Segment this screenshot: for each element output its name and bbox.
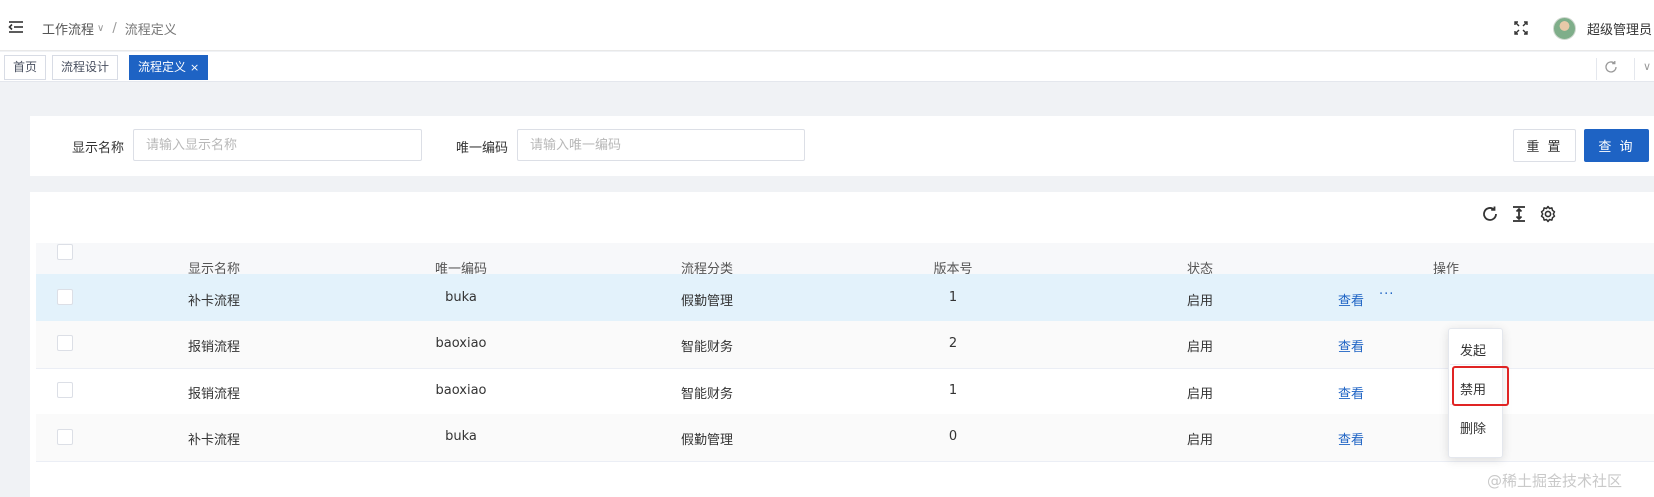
menu-fold-icon[interactable] xyxy=(8,20,24,34)
close-icon[interactable]: × xyxy=(190,61,199,74)
username[interactable]: 超级管理员 xyxy=(1587,19,1654,38)
cell-status: 启用 xyxy=(1186,340,1214,355)
name-label: 显示名称 xyxy=(72,141,125,156)
chevron-down-icon: ∨ xyxy=(97,23,105,34)
refresh-icon[interactable] xyxy=(1481,205,1499,223)
breadcrumb-item-current: 流程定义 xyxy=(124,23,177,38)
code-search-input[interactable] xyxy=(517,129,805,161)
refresh-icon[interactable] xyxy=(1604,60,1618,74)
menu-divider xyxy=(1450,364,1500,365)
tab-process-design[interactable]: 流程设计 xyxy=(52,55,119,80)
name-search-input[interactable] xyxy=(133,129,422,161)
search-button[interactable]: 查 询 xyxy=(1584,129,1649,162)
top-bar xyxy=(0,0,1654,51)
watermark: @稀土掘金技术社区 xyxy=(1487,472,1623,490)
fullscreen-icon[interactable] xyxy=(1514,21,1528,35)
cell-version: 1 xyxy=(948,290,958,305)
tab-divider xyxy=(1596,58,1597,80)
reset-button[interactable]: 重 置 xyxy=(1513,129,1576,162)
column-height-icon[interactable] xyxy=(1510,205,1528,223)
cell-category: 智能财务 xyxy=(680,387,734,402)
breadcrumb: 工作流程 ∨ / 流程定义 xyxy=(42,19,177,38)
table-row[interactable] xyxy=(36,367,1654,415)
table-row[interactable] xyxy=(36,321,1654,369)
more-actions-button[interactable]: ··· xyxy=(1379,287,1394,302)
cell-code: buka xyxy=(445,429,477,444)
tab-divider xyxy=(1634,58,1635,80)
avatar[interactable] xyxy=(1553,17,1576,40)
cell-version: 2 xyxy=(948,336,958,351)
breadcrumb-item-workflow[interactable]: 工作流程 xyxy=(42,19,94,38)
cell-name: 报销流程 xyxy=(187,340,241,355)
cell-code: baoxiao xyxy=(435,336,487,351)
cell-code: buka xyxy=(445,290,477,305)
cell-status: 启用 xyxy=(1186,433,1214,448)
code-label: 唯一编码 xyxy=(456,141,509,156)
cell-status: 启用 xyxy=(1186,294,1214,309)
view-link[interactable]: 查看 xyxy=(1338,383,1364,402)
tags-view-bar xyxy=(0,52,1654,82)
breadcrumb-separator: / xyxy=(112,21,117,36)
view-link[interactable]: 查看 xyxy=(1338,336,1364,355)
row-checkbox[interactable] xyxy=(57,382,73,398)
view-link[interactable]: 查看 xyxy=(1338,429,1364,448)
cell-name: 报销流程 xyxy=(187,387,241,402)
tab-label: 首页 xyxy=(13,60,38,74)
gear-icon[interactable] xyxy=(1539,205,1557,223)
tab-label: 流程定义 xyxy=(138,60,187,74)
row-checkbox[interactable] xyxy=(57,335,73,351)
tab-label: 流程设计 xyxy=(61,60,110,74)
cell-version: 0 xyxy=(948,429,958,444)
view-link[interactable]: 查看 xyxy=(1338,290,1364,309)
cell-category: 假勤管理 xyxy=(680,433,734,448)
tab-home[interactable]: 首页 xyxy=(4,55,47,80)
highlight-annotation-box xyxy=(1452,366,1509,406)
cell-category: 假勤管理 xyxy=(680,294,734,309)
row-checkbox[interactable] xyxy=(57,289,73,305)
cell-category: 智能财务 xyxy=(680,340,734,355)
row-checkbox[interactable] xyxy=(57,429,73,445)
table-row[interactable] xyxy=(36,274,1654,322)
tab-process-definition[interactable]: 流程定义 × xyxy=(129,55,209,80)
cell-code: baoxiao xyxy=(435,383,487,398)
cell-name: 补卡流程 xyxy=(187,433,241,448)
menu-item-start[interactable]: 发起 xyxy=(1460,340,1486,359)
chevron-down-icon[interactable]: ∨ xyxy=(1643,60,1654,74)
menu-item-delete[interactable]: 删除 xyxy=(1460,418,1486,437)
cell-name: 补卡流程 xyxy=(187,294,241,309)
cell-version: 1 xyxy=(948,383,958,398)
table-row[interactable] xyxy=(36,414,1654,462)
select-all-checkbox[interactable] xyxy=(57,244,73,260)
cell-status: 启用 xyxy=(1186,387,1214,402)
